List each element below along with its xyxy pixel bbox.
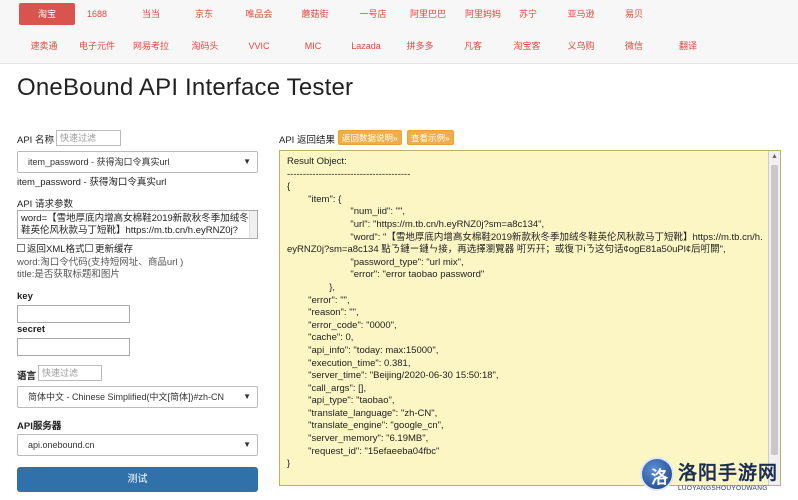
nav-item[interactable]: 淘码头 <box>177 35 233 57</box>
logo-subtitle: LUOYANGSHOUYOUWANG <box>678 485 768 492</box>
nav-item[interactable]: 唯品会 <box>231 3 287 25</box>
nav-item[interactable]: 阿里巴巴 <box>400 3 456 25</box>
params-value: word=【雪地厚底内增高女棉鞋2019新款秋冬季加绒冬鞋英伦风秋款马丁短靴】h… <box>21 213 249 236</box>
cache-checkbox-label: 更新缓存 <box>95 244 134 255</box>
logo-glyph: 洛 <box>651 468 668 488</box>
nav-item[interactable]: 拼多多 <box>392 35 448 57</box>
page-title: OneBound API Interface Tester <box>17 74 354 101</box>
result-label: API 返回结果 <box>279 135 335 146</box>
api-description: item_password - 获得淘口令真实url <box>17 177 167 188</box>
param-hint-word: word:淘口令代码(支持短网址、商品url ) <box>17 257 184 268</box>
top-nav: 淘宝 1688 当当 京东 唯品会 蘑菇街 一号店 阿里巴巴 阿里妈妈 苏宁 亚马逊 易贝 速卖通 电子… <box>0 0 798 64</box>
watermark-logo: 洛 洛阳手游网 LUOYANGSHOUYOUWANG <box>640 455 798 500</box>
result-panel[interactable]: Result Object: -------------------------… <box>279 150 781 486</box>
nav-item[interactable]: 网易考拉 <box>123 35 179 57</box>
example-button[interactable]: 查看示例» <box>407 130 454 145</box>
server-select[interactable]: api.onebound.cn ▼ <box>17 434 258 456</box>
secret-label: secret <box>17 324 45 335</box>
result-scrollbar[interactable]: ▲ <box>768 151 780 485</box>
nav-item[interactable]: 义乌购 <box>553 35 609 57</box>
api-select-value: item_password - 获得淘口令真实url <box>28 157 170 167</box>
api-name-label: API 名称 <box>17 135 54 146</box>
nav-item[interactable]: 微信 <box>606 35 662 57</box>
key-input[interactable] <box>17 305 130 323</box>
secret-input[interactable] <box>17 338 130 356</box>
lang-label: 语言 <box>17 371 37 382</box>
nav-item[interactable]: VVIC <box>231 35 287 57</box>
nav-item[interactable]: 当当 <box>123 3 179 25</box>
lang-select[interactable]: 简体中文 - Chinese Simplified(中文[简体])#zh-CN … <box>17 386 258 408</box>
chevron-down-icon: ▼ <box>243 440 251 449</box>
checkbox-box[interactable] <box>85 244 93 252</box>
result-text: Result Object: -------------------------… <box>287 156 763 470</box>
logo-emblem: 洛 <box>640 457 674 491</box>
nav-item[interactable]: 京东 <box>176 3 232 25</box>
chevron-down-icon: ▼ <box>243 392 251 401</box>
textarea-scrollbar[interactable] <box>249 211 257 238</box>
nav-item[interactable]: 蘑菇街 <box>287 3 343 25</box>
nav-item[interactable]: 亚马逊 <box>553 3 609 25</box>
lang-select-value: 简体中文 - Chinese Simplified(中文[简体])#zh-CN <box>28 392 225 402</box>
nav-item[interactable]: 电子元件 <box>69 35 125 57</box>
xml-checkbox[interactable]: 返回XML格式 <box>17 241 85 255</box>
nav-item[interactable]: 速卖通 <box>16 35 72 57</box>
test-button[interactable]: 测试 <box>17 467 258 492</box>
nav-item[interactable]: 淘宝 <box>19 3 75 25</box>
chevron-down-icon: ▼ <box>243 157 251 166</box>
logo-title: 洛阳手游网 <box>678 463 779 484</box>
params-label: API 请求参数 <box>17 199 73 210</box>
cache-checkbox[interactable]: 更新缓存 <box>85 241 133 255</box>
doc-button[interactable]: 返回数据说明» <box>338 130 402 145</box>
scroll-up-icon[interactable]: ▲ <box>771 153 778 160</box>
params-textarea[interactable]: word=【雪地厚底内增高女棉鞋2019新款秋冬季加绒冬鞋英伦风秋款马丁短靴】h… <box>17 210 258 239</box>
nav-item[interactable]: 1688 <box>69 3 125 25</box>
key-label: key <box>17 291 33 302</box>
nav-item[interactable]: 一号店 <box>345 3 401 25</box>
param-hint-title: title:是否获取标题和图片 <box>17 269 120 280</box>
xml-checkbox-label: 返回XML格式 <box>27 244 85 255</box>
server-select-value: api.onebound.cn <box>28 440 95 450</box>
api-select[interactable]: item_password - 获得淘口令真实url ▼ <box>17 151 258 173</box>
nav-item[interactable]: Lazada <box>338 35 394 57</box>
nav-item[interactable]: 苏宁 <box>500 3 556 25</box>
nav-item[interactable]: 淘宝客 <box>499 35 555 57</box>
lang-filter-input[interactable]: 快速过滤 <box>38 365 102 381</box>
nav-item[interactable]: 凡客 <box>445 35 501 57</box>
nav-item[interactable]: MIC <box>285 35 341 57</box>
api-filter-input[interactable]: 快速过滤 <box>56 130 121 146</box>
scroll-thumb[interactable] <box>771 165 778 455</box>
checkbox-box[interactable] <box>17 244 25 252</box>
server-label: API服务器 <box>17 421 62 432</box>
nav-item[interactable]: 易贝 <box>606 3 662 25</box>
nav-item[interactable]: 翻译 <box>660 35 716 57</box>
